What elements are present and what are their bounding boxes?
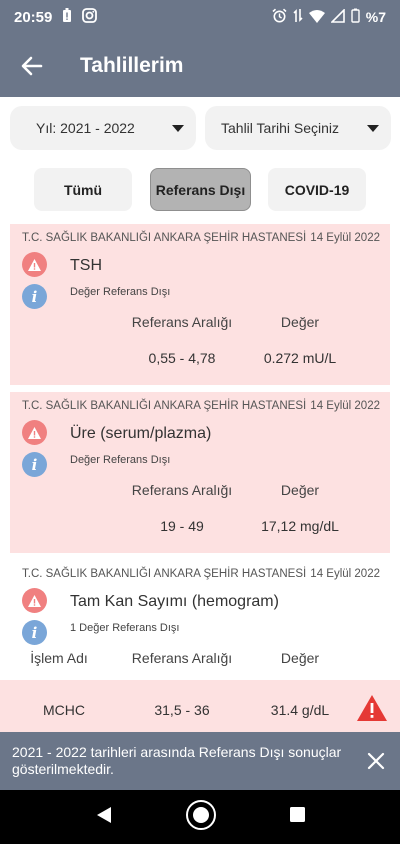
snackbar-message: 2021 - 2022 tarihleri arasında Referans …: [12, 744, 342, 777]
test-name: Tam Kan Sayımı (hemogram): [70, 593, 279, 610]
reference-range-value: 19 - 49: [160, 518, 204, 534]
result-status: Değer Referans Dışı: [70, 286, 171, 298]
close-icon[interactable]: [366, 751, 386, 771]
tab-all[interactable]: Tümü: [34, 168, 132, 211]
battery-alert-icon: [62, 7, 72, 27]
test-name: Üre (serum/plazma): [70, 425, 212, 442]
hospital-name: T.C. SAĞLIK BAKANLIĞI ANKARA ŞEHİR HASTA…: [22, 400, 307, 412]
tab-covid19[interactable]: COVID-19: [268, 168, 366, 211]
result-date: 14 Eylül 2022: [310, 400, 380, 412]
reference-range-value: 0,55 - 4,78: [148, 350, 216, 366]
square-recents-icon: [289, 807, 305, 822]
test-name: TSH: [70, 257, 102, 274]
wifi-icon: [308, 9, 325, 26]
system-nav-bar: [0, 790, 400, 844]
tab-out-of-range[interactable]: Referans Dışı: [150, 168, 251, 211]
data-transfer-icon: [293, 8, 303, 26]
date-dropdown[interactable]: Tahlil Tarihi Seçiniz: [205, 106, 391, 150]
process-name-cell: MCHC: [43, 702, 85, 718]
hospital-name: T.C. SAĞLIK BAKANLIĞI ANKARA ŞEHİR HASTA…: [22, 232, 307, 244]
snackbar: 2021 - 2022 tarihleri arasında Referans …: [0, 732, 400, 790]
warning-icon: [22, 588, 47, 613]
triangle-back-icon: [96, 806, 111, 823]
reference-range-cell: 31,5 - 36: [154, 702, 210, 718]
value-header: Değer: [280, 650, 320, 666]
instagram-icon: [82, 7, 98, 27]
status-time: 20:59: [14, 8, 53, 26]
alert-triangle-icon: [356, 694, 388, 727]
hospital-name: T.C. SAĞLIK BAKANLIĞI ANKARA ŞEHİR HASTA…: [22, 568, 307, 580]
reference-range-header: Referans Aralığı: [131, 650, 233, 666]
result-status: Değer Referans Dışı: [70, 454, 171, 466]
app-bar: Tahlillerim: [0, 34, 400, 97]
result-card-tsh[interactable]: T.C. SAĞLIK BAKANLIĞI ANKARA ŞEHİR HASTA…: [10, 224, 390, 385]
caret-down-icon: [367, 124, 379, 132]
battery-icon: [351, 8, 360, 26]
info-icon[interactable]: i: [22, 284, 47, 309]
result-card-urea[interactable]: T.C. SAĞLIK BAKANLIĞI ANKARA ŞEHİR HASTA…: [10, 392, 390, 553]
battery-percent: %7: [365, 9, 386, 25]
warning-icon: [22, 252, 47, 277]
nav-recents-button[interactable]: [289, 806, 306, 828]
table-row[interactable]: MCHC 31,5 - 36 31.4 g/dL: [0, 680, 400, 732]
result-date: 14 Eylül 2022: [310, 232, 380, 244]
value-cell: 31.4 g/dL: [270, 702, 330, 718]
result-value: 17,12 mg/dL: [261, 518, 339, 534]
result-value: 0.272 mU/L: [263, 350, 337, 366]
result-status: 1 Değer Referans Dışı: [70, 622, 180, 634]
circle-home-icon: [185, 799, 216, 830]
nav-home-button[interactable]: [185, 799, 217, 836]
info-icon[interactable]: i: [22, 452, 47, 477]
year-dropdown-value: Yıl: 2021 - 2022: [36, 120, 135, 136]
reference-range-header: Referans Aralığı: [131, 314, 233, 330]
warning-icon: [22, 420, 47, 445]
alarm-icon: [272, 8, 287, 26]
back-button[interactable]: [0, 34, 64, 97]
signal-icon: [329, 7, 345, 26]
info-icon[interactable]: i: [22, 620, 47, 645]
date-dropdown-value: Tahlil Tarihi Seçiniz: [221, 120, 340, 136]
nav-back-button[interactable]: [95, 805, 113, 830]
result-date: 14 Eylül 2022: [310, 568, 380, 580]
status-bar: 20:59 %7: [0, 0, 400, 34]
reference-range-header: Referans Aralığı: [131, 482, 233, 498]
value-header: Değer: [280, 482, 320, 498]
arrow-left-icon: [21, 56, 43, 75]
page-title: Tahlillerim: [80, 53, 184, 77]
caret-down-icon: [172, 124, 184, 132]
result-card-hemogram[interactable]: T.C. SAĞLIK BAKANLIĞI ANKARA ŞEHİR HASTA…: [10, 560, 390, 680]
process-name-header: İşlem Adı: [30, 650, 88, 666]
year-dropdown[interactable]: Yıl: 2021 - 2022: [10, 106, 196, 150]
value-header: Değer: [280, 314, 320, 330]
